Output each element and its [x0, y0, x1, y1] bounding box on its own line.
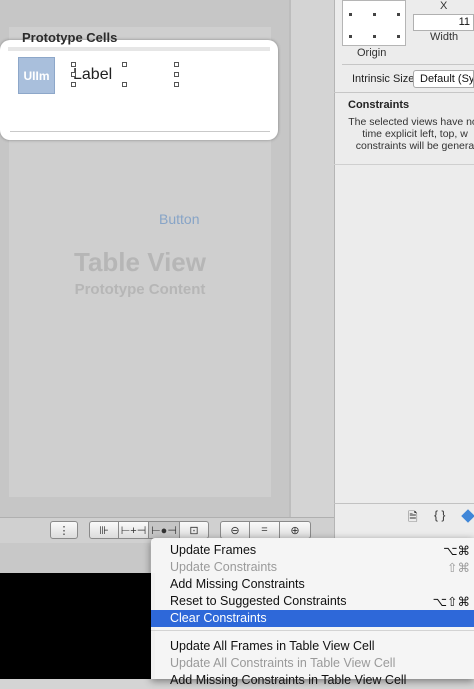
- menu-item-label: Reset to Suggested Constraints: [170, 594, 347, 608]
- zoom-out-button[interactable]: ⊖: [220, 521, 250, 539]
- resize-handle[interactable]: [174, 62, 179, 67]
- menu-item-label: Clear Constraints: [170, 611, 267, 625]
- align-button[interactable]: ⊪: [89, 521, 119, 539]
- origin-point[interactable]: [373, 35, 376, 38]
- constraints-message-line: time explicit left, top, w: [362, 128, 468, 140]
- resize-handle[interactable]: [174, 82, 179, 87]
- zoom-actual-icon: =: [261, 524, 268, 536]
- cell-separator: [10, 131, 270, 132]
- width-label: Width: [430, 31, 459, 43]
- constraints-title: Constraints: [348, 99, 410, 111]
- resize-handle[interactable]: [122, 62, 127, 67]
- file-icon[interactable]: 🗎: [408, 508, 418, 529]
- table-view-title: Table View: [74, 247, 206, 277]
- zoom-in-button[interactable]: ⊕: [279, 521, 311, 539]
- table-view-subtitle: Prototype Content: [74, 281, 206, 298]
- divider: [334, 164, 474, 165]
- menu-item-reset-to-suggested[interactable]: Reset to Suggested Constraints ⌥⇧⌘: [151, 593, 474, 610]
- resolve-issues-button[interactable]: ⊢●⊣: [148, 521, 180, 539]
- menu-item-update-frames[interactable]: Update Frames ⌥⌘: [151, 542, 474, 559]
- menu-separator: [151, 630, 474, 631]
- intrinsic-size-label: Intrinsic Size: [352, 73, 415, 85]
- zoom-actual-button[interactable]: =: [249, 521, 280, 539]
- menu-item-clear-constraints[interactable]: Clear Constraints: [151, 610, 474, 627]
- zoom-in-icon: ⊕: [290, 524, 300, 537]
- menu-item-update-all-constraints[interactable]: Update All Constraints in Table View Cel…: [151, 655, 474, 672]
- pin-icon: ⊢+⊣: [120, 524, 147, 537]
- issues-icon: ⋮: [58, 524, 70, 537]
- divider: [342, 64, 474, 65]
- resize-handle[interactable]: [174, 72, 179, 77]
- zoom-out-icon: ⊖: [230, 524, 240, 537]
- dark-background: [0, 573, 155, 679]
- origin-point[interactable]: [373, 13, 376, 16]
- divider: [334, 92, 474, 93]
- resizing-button[interactable]: ⊡: [179, 521, 209, 539]
- resize-handle[interactable]: [71, 82, 76, 87]
- prototype-cells-header: Prototype Cells: [22, 30, 118, 45]
- origin-label: Origin: [357, 47, 387, 59]
- menu-item-update-constraints[interactable]: Update Constraints ⇧⌘: [151, 559, 474, 576]
- origin-picker[interactable]: [342, 0, 406, 46]
- x-label: X: [440, 0, 448, 12]
- divider: [334, 503, 474, 504]
- menu-item-label: Update All Constraints in Table View Cel…: [170, 656, 396, 670]
- menu-item-label: Add Missing Constraints: [170, 577, 305, 591]
- cell-image-view[interactable]: UIIm: [18, 57, 55, 94]
- cell-top-strip: [8, 47, 270, 51]
- canvas-button[interactable]: Button: [159, 211, 199, 227]
- resize-handle[interactable]: [71, 62, 76, 67]
- x-field[interactable]: 11: [413, 14, 474, 31]
- menu-item-add-missing-constraints[interactable]: Add Missing Constraints: [151, 576, 474, 593]
- canvas-edge: [289, 0, 291, 520]
- align-icon: ⊪: [99, 524, 109, 537]
- menu-item-shortcut: ⌥⇧⌘: [432, 595, 470, 609]
- menu-item-label: Update All Frames in Table View Cell: [170, 639, 375, 653]
- issues-button[interactable]: ⋮: [50, 521, 78, 539]
- menu-item-update-all-frames[interactable]: Update All Frames in Table View Cell: [151, 638, 474, 655]
- pin-button[interactable]: ⊢+⊣: [118, 521, 149, 539]
- constraints-message-line: constraints will be genera: [355, 140, 474, 152]
- menu-item-label: Update Constraints: [170, 560, 278, 574]
- origin-point[interactable]: [397, 13, 400, 16]
- origin-point[interactable]: [349, 35, 352, 38]
- menu-item-shortcut: ⇧⌘: [447, 561, 470, 575]
- origin-point[interactable]: [349, 13, 352, 16]
- cell-label[interactable]: Label: [73, 66, 112, 84]
- resize-handle[interactable]: [71, 72, 76, 77]
- menu-item-label: Add Missing Constraints in Table View Ce…: [170, 673, 407, 687]
- origin-point[interactable]: [397, 35, 400, 38]
- resizing-icon: ⊡: [189, 524, 199, 537]
- braces-icon[interactable]: { }: [434, 508, 445, 522]
- resize-handle[interactable]: [122, 82, 127, 87]
- menu-item-label: Update Frames: [170, 543, 257, 557]
- constraints-message-line: The selected views have no: [348, 116, 474, 128]
- menu-item-add-missing-constraints-in-cell[interactable]: Add Missing Constraints in Table View Ce…: [151, 672, 474, 689]
- resolve-issues-icon: ⊢●⊣: [151, 524, 177, 537]
- intrinsic-size-select[interactable]: Default (Sy: [413, 70, 474, 88]
- menu-item-shortcut: ⌥⌘: [443, 544, 470, 558]
- background-strip: [0, 543, 150, 573]
